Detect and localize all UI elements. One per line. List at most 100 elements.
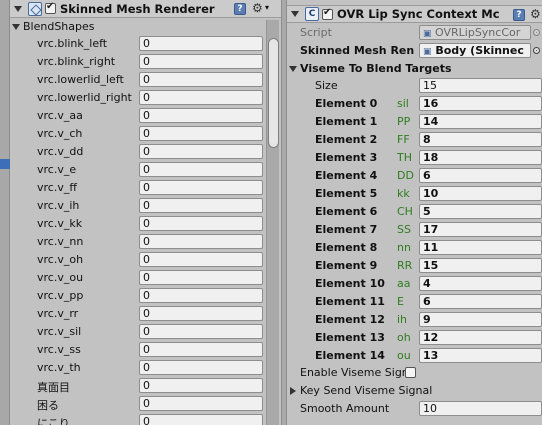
- smooth-amount-label: Smooth Amount: [300, 402, 390, 415]
- blendshape-value-field[interactable]: 0: [139, 324, 263, 339]
- hierarchy-edge: [0, 0, 10, 425]
- element-value-field[interactable]: 4: [419, 276, 542, 291]
- viseme-name: sil: [397, 97, 409, 110]
- selection-marker: [0, 159, 10, 169]
- blendshape-value-field[interactable]: 0: [139, 108, 263, 123]
- blendshape-value-field[interactable]: 0: [139, 144, 263, 159]
- viseme-section-row[interactable]: Viseme To Blend Targets: [287, 60, 542, 78]
- key-send-row[interactable]: Key Send Viseme Signal: [287, 382, 542, 400]
- element-label: Element 4: [315, 169, 378, 182]
- element-value-field[interactable]: 18: [419, 150, 542, 165]
- viseme-name: PP: [397, 115, 411, 128]
- blendshapes-foldout[interactable]: BlendShapes: [10, 18, 281, 35]
- element-value-field[interactable]: 14: [419, 114, 542, 129]
- blendshape-value-field[interactable]: 0: [139, 126, 263, 141]
- script-row: Script ▣ OVRLipSyncCor: [287, 24, 542, 42]
- blendshape-value-field[interactable]: 0: [139, 198, 263, 213]
- skinned-mesh-field[interactable]: ▣ Body (Skinnec: [419, 43, 531, 58]
- blendshape-value-field[interactable]: 0: [139, 216, 263, 231]
- blendshape-value-field[interactable]: 0: [139, 162, 263, 177]
- script-value: OVRLipSyncCor: [435, 26, 521, 39]
- help-icon[interactable]: ?: [234, 3, 246, 15]
- smooth-amount-field[interactable]: 10: [419, 401, 542, 416]
- blendshape-row: vrc.v_pp 0: [10, 287, 281, 305]
- viseme-element-row: Element 3 TH 18: [287, 149, 542, 167]
- viseme-name: nn: [397, 241, 411, 254]
- blendshape-label: vrc.v_ou: [37, 271, 84, 284]
- blendshape-row: vrc.v_nn 0: [10, 233, 281, 251]
- component-enabled-checkbox[interactable]: [322, 7, 333, 20]
- blendshape-value-field[interactable]: 0: [139, 396, 263, 411]
- blendshape-row: vrc.lowerlid_left 0: [10, 71, 281, 89]
- viseme-name: ou: [397, 349, 411, 362]
- component-enabled-checkbox[interactable]: [45, 1, 56, 14]
- viseme-name: RR: [397, 259, 413, 272]
- enable-viseme-row: Enable Viseme Signa: [287, 364, 542, 382]
- element-value-field[interactable]: 12: [419, 330, 542, 345]
- blendshape-value-field[interactable]: 0: [139, 378, 263, 393]
- element-value-field[interactable]: 15: [419, 258, 542, 273]
- blendshape-label: vrc.v_ch: [37, 127, 83, 140]
- blendshape-row: vrc.v_dd 0: [10, 143, 281, 161]
- viseme-name: oh: [397, 331, 411, 344]
- element-label: Element 14: [315, 349, 385, 362]
- enable-viseme-checkbox[interactable]: [405, 367, 416, 378]
- skinned-mesh-renderer-header[interactable]: Skinned Mesh Renderer ? ⚙ ▾: [10, 0, 281, 18]
- blendshape-label: vrc.v_aa: [37, 109, 83, 122]
- gear-icon[interactable]: ⚙: [252, 2, 263, 14]
- dropdown-arrow-icon[interactable]: ▾: [265, 3, 269, 12]
- blendshape-label: vrc.v_kk: [37, 217, 83, 230]
- gear-icon[interactable]: ⚙: [530, 8, 541, 20]
- object-picker-icon[interactable]: [533, 47, 540, 54]
- blendshape-value-field[interactable]: 0: [139, 180, 263, 195]
- blendshape-label: vrc.v_th: [37, 361, 81, 374]
- blendshape-value-field[interactable]: 0: [139, 252, 263, 267]
- help-icon[interactable]: ?: [513, 9, 525, 21]
- blendshape-label: vrc.v_e: [37, 163, 77, 176]
- element-value-field[interactable]: 6: [419, 168, 542, 183]
- blendshape-value-field[interactable]: 0: [139, 234, 263, 249]
- blendshape-value-field[interactable]: 0: [139, 288, 263, 303]
- object-picker-icon[interactable]: [533, 29, 540, 36]
- blendshape-label: vrc.v_dd: [37, 145, 84, 158]
- viseme-foldout-triangle-icon[interactable]: [289, 66, 297, 72]
- blendshape-row: vrc.v_th 0: [10, 359, 281, 377]
- blendshape-value-field[interactable]: 0: [139, 342, 263, 357]
- element-value-field[interactable]: 8: [419, 132, 542, 147]
- element-label: Element 1: [315, 115, 378, 128]
- element-value-field[interactable]: 11: [419, 240, 542, 255]
- ovr-lipsync-header[interactable]: C OVR Lip Sync Context Mc ? ⚙: [287, 5, 542, 23]
- key-send-triangle-icon[interactable]: [290, 387, 296, 395]
- component-title: OVR Lip Sync Context Mc: [337, 7, 500, 21]
- collapse-triangle-icon[interactable]: [291, 11, 299, 17]
- size-field[interactable]: 15: [419, 78, 542, 93]
- blendshape-row: vrc.v_ch 0: [10, 125, 281, 143]
- element-value-field[interactable]: 13: [419, 348, 542, 363]
- script-file-icon: ▣: [423, 29, 432, 39]
- blendshape-label: vrc.v_ss: [37, 343, 81, 356]
- blendshape-label: vrc.blink_right: [37, 55, 116, 68]
- element-value-field[interactable]: 9: [419, 312, 542, 327]
- blendshape-value-field[interactable]: 0: [139, 306, 263, 321]
- collapse-triangle-icon[interactable]: [14, 5, 22, 12]
- size-row: Size 15: [287, 77, 542, 95]
- blendshape-value-field[interactable]: 0: [139, 270, 263, 285]
- vertical-scrollbar[interactable]: [266, 20, 279, 425]
- blendshape-value-field[interactable]: 0: [139, 414, 263, 425]
- element-value-field[interactable]: 5: [419, 204, 542, 219]
- blendshape-value-field[interactable]: 0: [139, 360, 263, 375]
- viseme-name: DD: [397, 169, 414, 182]
- scroll-thumb[interactable]: [268, 38, 279, 148]
- element-value-field[interactable]: 10: [419, 186, 542, 201]
- element-value-field[interactable]: 17: [419, 222, 542, 237]
- viseme-element-row: Element 7 SS 17: [287, 221, 542, 239]
- element-value-field[interactable]: 16: [419, 96, 542, 111]
- blendshape-value-field[interactable]: 0: [139, 90, 263, 105]
- element-value-field[interactable]: 6: [419, 294, 542, 309]
- blendshapes-triangle-icon[interactable]: [12, 23, 20, 30]
- viseme-element-row: Element 9 RR 15: [287, 257, 542, 275]
- blendshape-value-field[interactable]: 0: [139, 36, 263, 51]
- blendshape-value-field[interactable]: 0: [139, 72, 263, 87]
- viseme-section-label: Viseme To Blend Targets: [300, 62, 452, 75]
- blendshape-value-field[interactable]: 0: [139, 54, 263, 69]
